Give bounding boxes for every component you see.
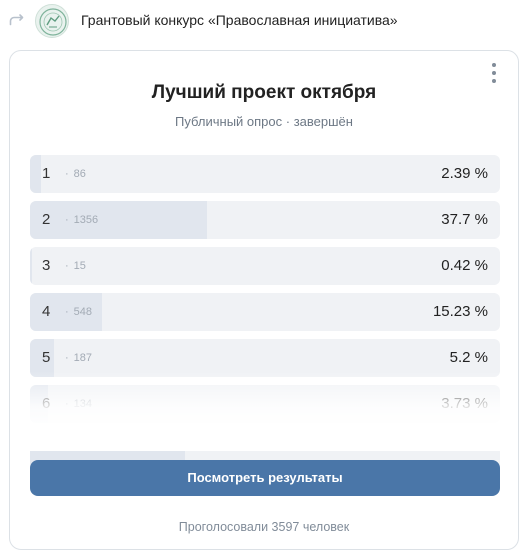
- view-results-button[interactable]: Посмотреть результаты: [30, 460, 500, 496]
- option-bar-fill: [30, 201, 208, 239]
- poll-option[interactable]: 3 · 15 0.42 %: [30, 247, 500, 285]
- option-label: 3: [42, 257, 51, 274]
- post-header: Грантовый конкурс «Православная инициати…: [0, 0, 530, 44]
- poll-subtitle: Публичный опрос · завершён: [175, 114, 353, 129]
- poll-option[interactable]: 2 · 1356 37.7 %: [30, 201, 500, 239]
- option-votes: · 1356: [65, 214, 99, 226]
- total-voters: Проголосовали 3597 человек: [178, 520, 350, 534]
- poll-title: Лучший проект октября: [151, 82, 377, 103]
- option-percent: 15.23 %: [432, 303, 488, 320]
- option-votes: · 86: [65, 168, 86, 180]
- option-label: 1: [42, 165, 51, 182]
- poll-option[interactable]: 1 · 86 2.39 %: [30, 155, 500, 193]
- option-percent: 5.2 %: [449, 349, 488, 366]
- option-label: 6: [42, 395, 51, 412]
- option-votes: · 548: [65, 306, 93, 318]
- option-votes: · 187: [65, 352, 93, 364]
- option-label: 5: [42, 349, 51, 366]
- poll-option[interactable]: 5 · 187 5.2 %: [30, 339, 500, 377]
- more-vertical-icon[interactable]: [490, 63, 498, 83]
- option-label: 4: [42, 303, 51, 320]
- option-votes: · 15: [65, 260, 86, 272]
- option-bar-fill: [30, 155, 42, 193]
- option-percent: 3.73 %: [441, 395, 488, 412]
- option-label: 2: [42, 211, 51, 228]
- poll-options: 1 · 86 2.39 % 2 · 1356 37.7 % 3 · 15 0.42 %…: [30, 155, 500, 477]
- poll-option[interactable]: 6 · 134 3.73 %: [30, 385, 500, 423]
- group-logo-icon: [39, 8, 67, 36]
- poll-card: Лучший проект октября Публичный опрос · …: [9, 50, 519, 550]
- option-bar-fill: [30, 247, 32, 285]
- repost-icon[interactable]: [8, 12, 24, 28]
- group-name-link[interactable]: Грантовый конкурс «Православная инициати…: [81, 12, 398, 28]
- option-percent: 2.39 %: [441, 165, 488, 182]
- option-votes: · 134: [65, 398, 93, 410]
- group-avatar[interactable]: [35, 4, 69, 38]
- poll-option[interactable]: 4 · 548 15.23 %: [30, 293, 500, 331]
- option-percent: 37.7 %: [441, 211, 488, 228]
- option-percent: 0.42 %: [441, 257, 488, 274]
